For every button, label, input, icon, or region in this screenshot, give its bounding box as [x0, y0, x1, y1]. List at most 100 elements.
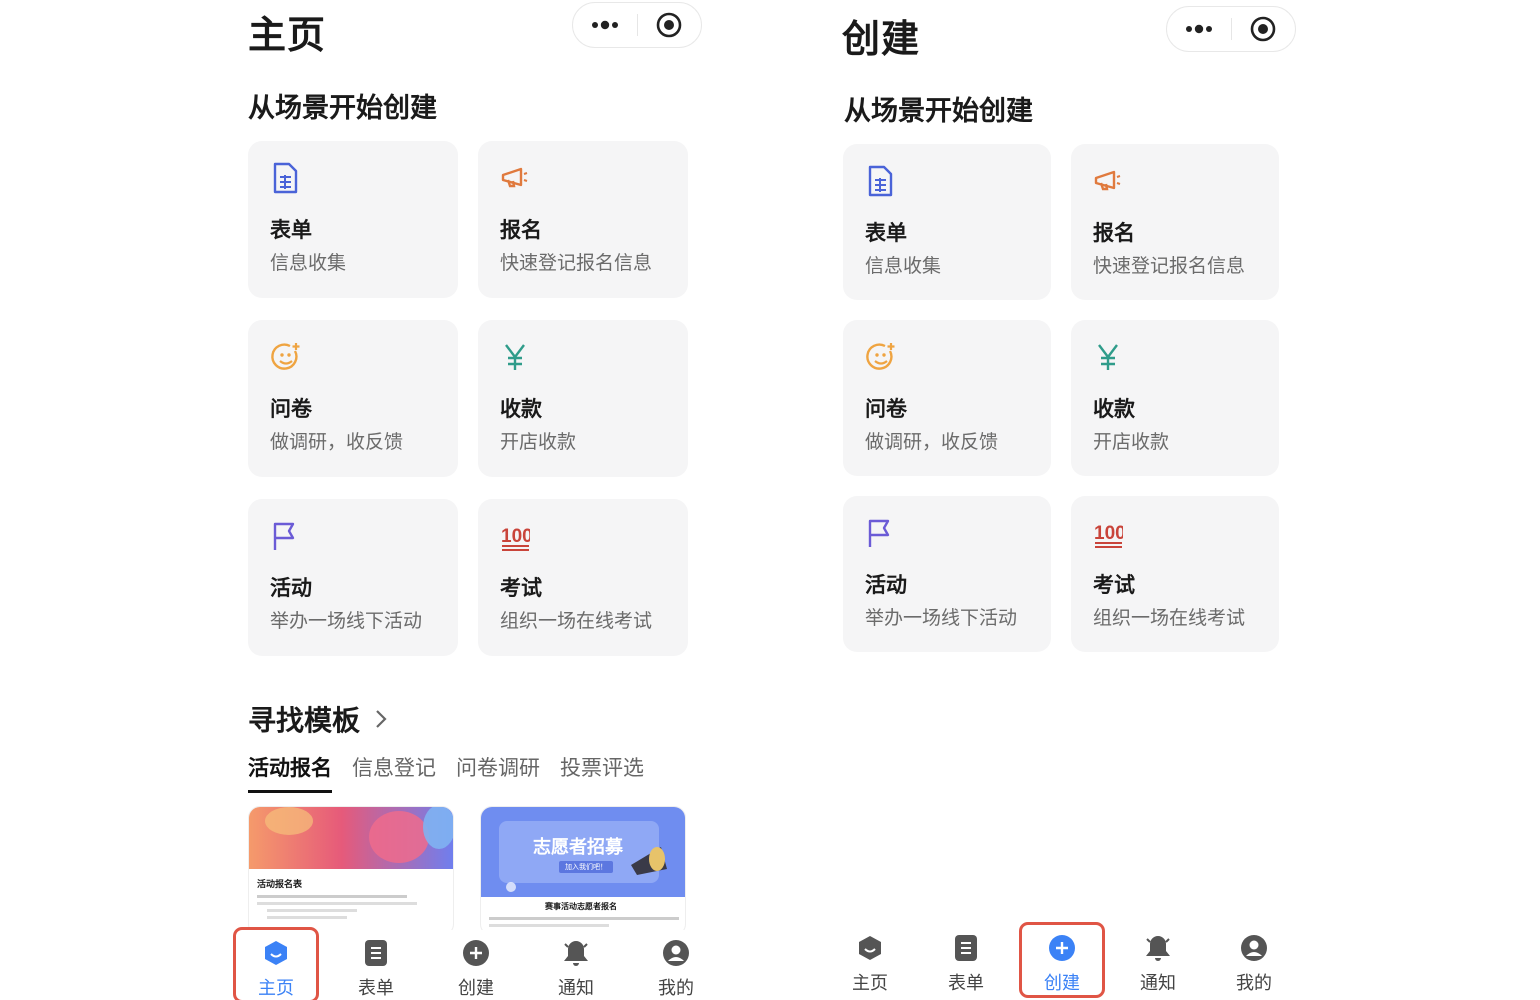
- svg-text:100: 100: [501, 526, 530, 547]
- mini-program-capsule: [1166, 6, 1296, 52]
- card-title: 报名: [1093, 221, 1135, 245]
- card-title: 问卷: [270, 397, 312, 421]
- plus-circle-icon: [1047, 933, 1077, 963]
- tabbar-label: 通知: [1140, 973, 1176, 994]
- plus-circle-icon: [461, 938, 491, 968]
- tabbar-profile[interactable]: 我的: [1214, 925, 1294, 995]
- card-subtitle: 做调研，收反馈: [865, 431, 999, 453]
- card-subtitle: 快速登记报名信息: [1093, 255, 1246, 277]
- tabbar-profile[interactable]: 我的: [636, 930, 716, 1000]
- more-menu-button[interactable]: [573, 3, 637, 47]
- tabbar-create[interactable]: 创建: [1019, 922, 1105, 998]
- flag-icon: [865, 516, 895, 550]
- form-doc-icon: [865, 164, 895, 198]
- close-program-button[interactable]: [638, 3, 702, 47]
- find-template-link[interactable]: 寻找模板: [248, 699, 388, 739]
- yen-icon: [1093, 340, 1123, 374]
- tab-survey[interactable]: 问卷调研: [456, 752, 540, 793]
- tabbar-label: 表单: [358, 978, 394, 999]
- card-title: 活动: [865, 573, 907, 597]
- template-banner-text: 志愿者招募: [533, 837, 623, 858]
- smile-face-icon: [865, 340, 895, 374]
- tabbar-label: 我的: [1236, 973, 1272, 994]
- card-subtitle: 组织一场在线考试: [500, 610, 653, 632]
- tabbar-forms[interactable]: 表单: [336, 930, 416, 1000]
- card-subtitle: 快速登记报名信息: [500, 252, 653, 274]
- mini-program-capsule: [572, 2, 702, 48]
- svg-text:100: 100: [1094, 523, 1123, 544]
- scene-card-survey[interactable]: 问卷 做调研，收反馈: [843, 320, 1051, 476]
- card-subtitle: 开店收款: [1093, 431, 1170, 453]
- card-subtitle: 举办一场线下活动: [865, 607, 1018, 629]
- tabbar-notifications[interactable]: 通知: [536, 930, 616, 1000]
- scene-card-payment[interactable]: 收款 开店收款: [478, 320, 688, 477]
- home-hexagon-icon: [855, 933, 885, 963]
- tab-vote[interactable]: 投票评选: [560, 752, 644, 793]
- scene-card-signup[interactable]: 报名 快速登记报名信息: [478, 141, 688, 298]
- card-subtitle: 组织一场在线考试: [1093, 607, 1246, 629]
- bell-icon: [1143, 933, 1173, 963]
- template-banner-subtext: 加入我们吧！: [559, 861, 613, 873]
- card-title: 考试: [1093, 573, 1135, 597]
- tabbar-notifications[interactable]: 通知: [1118, 925, 1198, 995]
- page-title: 创建: [842, 17, 921, 61]
- form-list-icon: [951, 933, 981, 963]
- score-100-icon: 100: [1093, 516, 1123, 550]
- tabbar-home[interactable]: 主页: [233, 927, 319, 1000]
- scene-card-exam[interactable]: 100 考试 组织一场在线考试: [478, 499, 688, 656]
- page-title: 主页: [248, 13, 327, 57]
- tabbar-home[interactable]: 主页: [830, 925, 910, 995]
- home-hexagon-icon: [261, 938, 291, 968]
- more-menu-button[interactable]: [1167, 7, 1231, 51]
- tab-info-register[interactable]: 信息登记: [352, 752, 436, 793]
- scene-card-exam[interactable]: 100 考试 组织一场在线考试: [1071, 496, 1279, 652]
- card-title: 表单: [865, 221, 907, 245]
- tabbar-label: 创建: [458, 978, 494, 999]
- create-screen: 创建 从场景开始创建 表单 信息收集 报名 快速登记报名信息 问卷 做调研，收反…: [822, 0, 1302, 1000]
- target-close-icon: [656, 12, 682, 38]
- tabbar-label: 我的: [658, 978, 694, 999]
- home-screen: 主页 从场景开始创建 表单 信息收集 报名 快速登记报名信息 问卷 做调研，收反…: [226, 0, 726, 1000]
- user-avatar-icon: [1239, 933, 1269, 963]
- bottom-tab-bar: 主页 表单 创建 通知 我的: [226, 927, 726, 1000]
- template-card-event-form[interactable]: 活动报名表: [248, 806, 454, 936]
- card-title: 收款: [500, 397, 542, 421]
- tabbar-forms[interactable]: 表单: [926, 925, 1006, 995]
- template-preview-lines: [257, 895, 427, 919]
- scene-card-event[interactable]: 活动 举办一场线下活动: [248, 499, 458, 656]
- card-subtitle: 信息收集: [865, 255, 942, 277]
- yen-icon: [500, 340, 530, 374]
- scene-card-event[interactable]: 活动 举办一场线下活动: [843, 496, 1051, 652]
- flag-icon: [270, 519, 300, 553]
- card-subtitle: 做调研，收反馈: [270, 431, 404, 453]
- card-title: 问卷: [865, 397, 907, 421]
- close-program-button[interactable]: [1232, 7, 1296, 51]
- scene-card-survey[interactable]: 问卷 做调研，收反馈: [248, 320, 458, 477]
- scene-card-form[interactable]: 表单 信息收集: [248, 141, 458, 298]
- section-title: 从场景开始创建: [844, 96, 1033, 127]
- card-subtitle: 信息收集: [270, 252, 347, 274]
- card-title: 活动: [270, 576, 312, 600]
- template-card-volunteer[interactable]: 志愿者招募 加入我们吧！ 赛事活动志愿者报名: [480, 806, 686, 936]
- megaphone-icon: [500, 161, 530, 195]
- scene-card-form[interactable]: 表单 信息收集: [843, 144, 1051, 300]
- template-tabs: 活动报名 信息登记 问卷调研 投票评选: [248, 752, 644, 793]
- bell-icon: [561, 938, 591, 968]
- scene-grid: 表单 信息收集 报名 快速登记报名信息 问卷 做调研，收反馈 收款 开店收款 活…: [843, 144, 1279, 652]
- card-title: 表单: [270, 218, 312, 242]
- tabbar-label: 主页: [852, 973, 888, 994]
- template-title: 赛事活动志愿者报名: [545, 902, 617, 911]
- tab-event-signup[interactable]: 活动报名: [248, 752, 332, 793]
- bottom-tab-bar: 主页 表单 创建 通知 我的: [822, 922, 1302, 1000]
- scene-card-signup[interactable]: 报名 快速登记报名信息: [1071, 144, 1279, 300]
- card-title: 考试: [500, 576, 542, 600]
- form-list-icon: [361, 938, 391, 968]
- scene-card-payment[interactable]: 收款 开店收款: [1071, 320, 1279, 476]
- smile-face-icon: [270, 340, 300, 374]
- tabbar-label: 表单: [948, 973, 984, 994]
- card-subtitle: 举办一场线下活动: [270, 610, 423, 632]
- card-title: 报名: [500, 218, 542, 242]
- tabbar-label: 创建: [1044, 973, 1080, 994]
- tabbar-create[interactable]: 创建: [436, 930, 516, 1000]
- form-doc-icon: [270, 161, 300, 195]
